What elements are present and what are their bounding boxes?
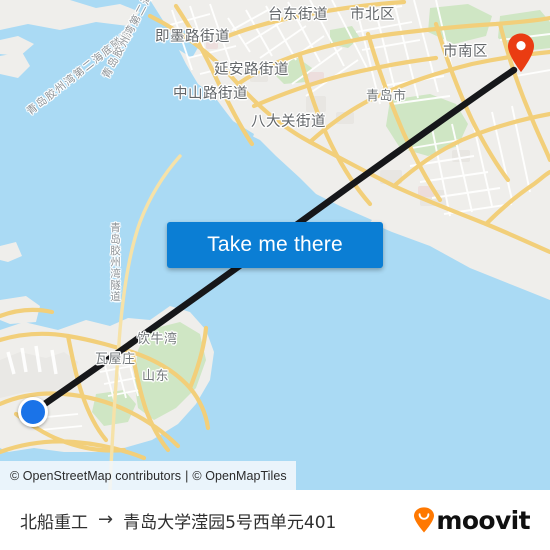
route-destination-label: 青岛大学滢园5号西单元401	[123, 512, 337, 533]
map-pin-icon	[508, 33, 534, 72]
destination-marker[interactable]	[506, 33, 536, 73]
moovit-route-map-screen: 台东街道 市北区 即墨路街道 市南区 延安路街道 中山路街道 青岛市 八大关街道…	[0, 0, 550, 550]
route-origin-label: 北船重工	[20, 512, 88, 533]
route-summary: 北船重工 → 青岛大学滢园5号西单元401	[20, 508, 413, 533]
arrow-right-icon: →	[98, 509, 114, 530]
moovit-wordmark: moovit	[436, 505, 530, 535]
take-me-there-button[interactable]: Take me there	[167, 222, 383, 268]
attribution-openstreetmap-link[interactable]: © OpenStreetMap contributors	[10, 469, 181, 483]
map-attribution: © OpenStreetMap contributors | © OpenMap…	[0, 461, 296, 490]
attribution-openmaptiles-link[interactable]: © OpenMapTiles	[192, 469, 286, 483]
moovit-logo[interactable]: moovit	[413, 505, 531, 535]
origin-marker[interactable]	[18, 397, 48, 427]
moovit-pin-icon	[414, 507, 435, 533]
map-canvas[interactable]: 台东街道 市北区 即墨路街道 市南区 延安路街道 中山路街道 青岛市 八大关街道…	[0, 0, 550, 490]
footer-bar: 北船重工 → 青岛大学滢园5号西单元401 moovit	[0, 490, 550, 550]
attribution-separator: |	[185, 468, 189, 483]
